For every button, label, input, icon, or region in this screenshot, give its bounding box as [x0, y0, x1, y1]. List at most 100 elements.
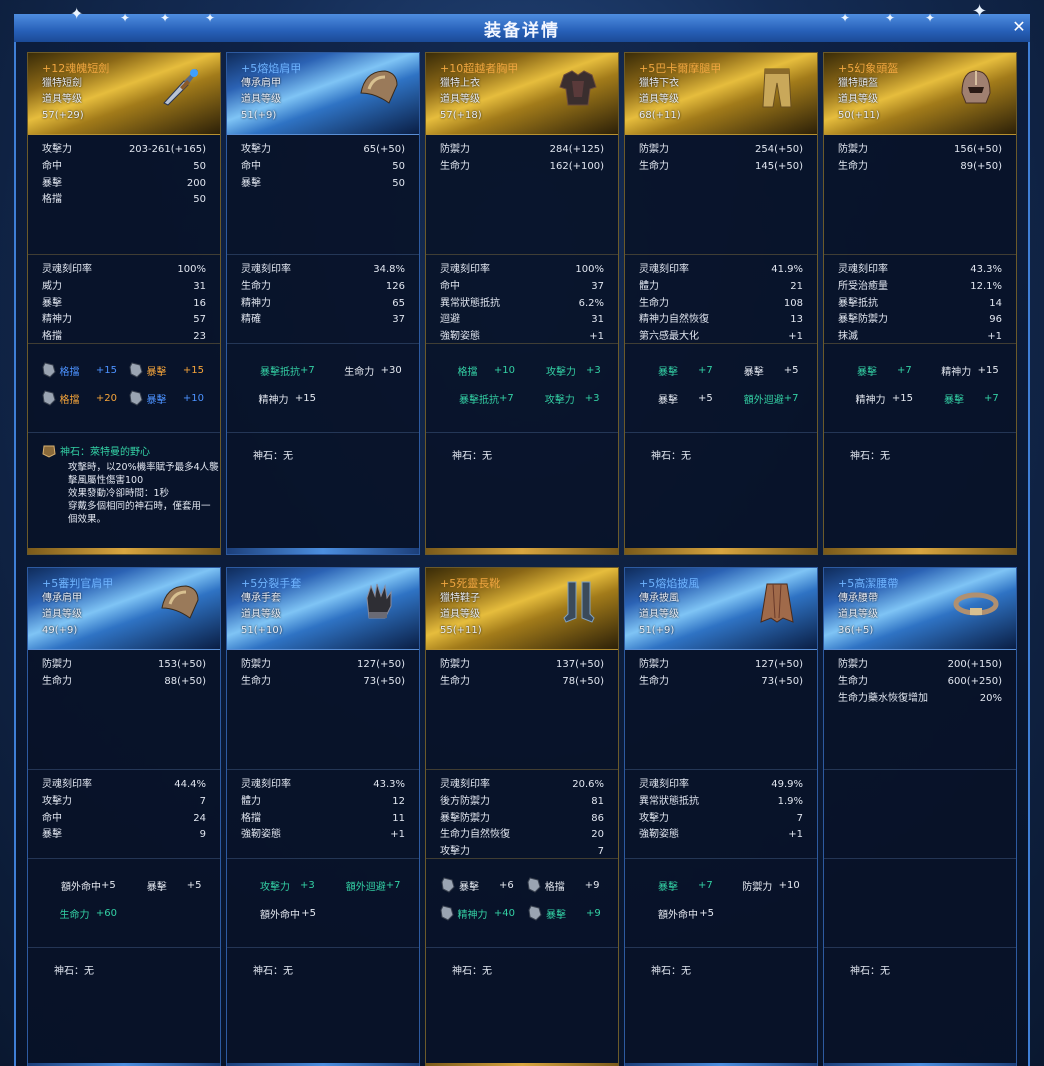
stat-value: 21	[790, 280, 803, 292]
engrave-row: 攻擊力 +3 額外迴避 +7	[241, 871, 405, 899]
equipment-card[interactable]: +5熔焰肩甲 傳承肩甲 道具等级 51(+9) 攻擊力 65(+50) 命中 50 暴擊 50 灵魂…	[226, 52, 420, 555]
equipment-card[interactable]: +5高潔腰帶 傳承腰帶 道具等级 36(+5) 防禦力 200(+150) 生命力 600(+…	[823, 567, 1017, 1066]
stat-value: 7	[796, 812, 803, 824]
card-header: +5審判官肩甲 傳承肩甲 道具等级 49(+9)	[28, 568, 220, 650]
engrave-slot[interactable]: 生命力 +60	[42, 904, 125, 922]
engrave-slot[interactable]: 暴擊 +5	[725, 361, 807, 379]
engrave-slot[interactable]: 額外迴避 +7	[725, 389, 807, 407]
stat-row: 灵魂刻印率 20.6%	[440, 777, 604, 794]
stat-label: 異常狀態抵抗	[440, 297, 500, 309]
engrave-slot[interactable]: 暴擊 +7	[838, 361, 920, 379]
engrave-slot[interactable]: 額外命中 +5	[42, 876, 124, 894]
engrave-slot[interactable]: 暴擊抵抗 +7	[241, 361, 323, 379]
engrave-name: 額外迴避	[743, 394, 784, 406]
stat-label: 暴擊	[42, 829, 62, 841]
engrave-value: +15	[294, 392, 316, 404]
engrave-value: +15	[182, 364, 204, 376]
stat-label: 體力	[241, 795, 261, 807]
chest-icon	[554, 63, 602, 111]
engrave-name: 額外命中	[260, 909, 300, 921]
empty-slot-icon	[639, 876, 655, 894]
stat-row: 後方防禦力 81	[440, 794, 604, 811]
stat-label: 灵魂刻印率	[639, 264, 689, 275]
engrave-stats: 暴擊 +6 格擋 +9 精神力 +40 暴擊 +9	[426, 859, 618, 948]
engrave-name: 暴擊	[546, 909, 566, 921]
stat-value: 20.6%	[572, 779, 604, 790]
empty-slot-icon	[527, 361, 543, 379]
stat-value: 50	[193, 160, 206, 172]
card-bottom-border	[426, 548, 618, 554]
engrave-slot[interactable]: 精神力 +15	[241, 389, 324, 407]
engrave-name: 暴擊	[146, 366, 167, 378]
equipment-card[interactable]: +12魂魄短劍 獵特短劍 道具等级 57(+29) 攻擊力 203-261(+165) 命中…	[27, 52, 221, 555]
engrave-slot[interactable]: 暴擊 +15	[129, 361, 212, 379]
engrave-slot[interactable]: 額外迴避 +7	[327, 876, 409, 894]
stat-value: 9	[199, 829, 206, 841]
stat-value: 24	[193, 812, 206, 824]
stat-value: 43.3%	[970, 264, 1002, 275]
equipment-card[interactable]: +5熔焰披風 傳承披風 道具等级 51(+9) 防禦力 127(+50) 生命力 73(+50…	[624, 567, 818, 1066]
stat-value: 37	[591, 280, 604, 292]
stat-row: 灵魂刻印率 49.9%	[639, 777, 803, 794]
engrave-slot[interactable]: 精神力 +15	[838, 389, 921, 407]
stat-value: 1.9%	[777, 795, 803, 807]
engrave-slot[interactable]: 格擋 +10	[440, 361, 523, 379]
engrave-slot[interactable]: 暴擊 +7	[639, 361, 721, 379]
engrave-slot[interactable]: 暴擊 +7	[925, 389, 1007, 407]
stat-value: 20%	[979, 692, 1002, 704]
equipment-card[interactable]: +5巴卡爾摩腿甲 獵特下衣 道具等级 68(+11) 防禦力 254(+50) 生命力 145…	[624, 52, 818, 555]
engrave-slot[interactable]: 格擋 +20	[42, 389, 125, 407]
engrave-slot[interactable]: 攻擊力 +3	[241, 876, 323, 894]
stat-row: 強靭姿態 +1	[241, 827, 405, 844]
engrave-slot[interactable]: 攻擊力 +3	[527, 361, 609, 379]
equipment-card[interactable]: +5死靈長靴 獵特鞋子 道具等级 55(+11) 防禦力 137(+50) 生命力 78(+5…	[425, 567, 619, 1066]
stat-label: 暴擊抵抗	[838, 297, 878, 309]
stat-label: 灵魂刻印率	[838, 264, 888, 275]
equipment-card[interactable]: +10超越者胸甲 獵特上衣 道具等级 57(+18) 防禦力 284(+125) 生命力 16…	[425, 52, 619, 555]
empty-slot-icon	[128, 876, 144, 894]
engrave-slot[interactable]: 精神力 +15	[924, 361, 1007, 379]
engrave-slot[interactable]: 防禦力 +10	[725, 876, 808, 894]
engrave-slot[interactable]: 暴擊 +6	[440, 876, 522, 894]
engrave-slot[interactable]: 攻擊力 +3	[526, 389, 608, 407]
equipment-card[interactable]: +5幻象頭盔 獵特頭盔 道具等级 50(+11) 防禦力 156(+50) 生命力 89(+5…	[823, 52, 1017, 555]
equipment-card[interactable]: +5審判官肩甲 傳承肩甲 道具等级 49(+9) 防禦力 153(+50) 生命力 88(+5…	[27, 567, 221, 1066]
engrave-stats: 格擋 +15 暴擊 +15 格擋 +20 暴擊 +10	[28, 344, 220, 433]
engrave-slot[interactable]: 格擋 +9	[526, 876, 608, 894]
stat-value: 78(+50)	[562, 675, 604, 687]
engrave-slot[interactable]: 額外命中 +5	[639, 904, 722, 922]
engrave-slot[interactable]: 暴擊 +5	[639, 389, 721, 407]
sparkle-icon: ✦	[925, 11, 936, 25]
godstone-line[interactable]: 神石：萊特曼的野心	[42, 443, 206, 458]
engrave-slot[interactable]: 暴擊 +5	[128, 876, 210, 894]
stat-value: 12.1%	[970, 280, 1002, 292]
equipment-card[interactable]: +5分裂手套 傳承手套 道具等级 51(+10) 防禦力 127(+50) 生命力 73(+5…	[226, 567, 420, 1066]
stat-value: 50	[392, 177, 405, 189]
engrave-name: 防禦力	[742, 881, 773, 893]
engrave-slot[interactable]: 精神力 +40	[440, 904, 523, 922]
engrave-slot[interactable]: 暴擊 +7	[639, 876, 721, 894]
card-header: +5熔焰披風 傳承披風 道具等级 51(+9)	[625, 568, 817, 650]
stat-row: 攻擊力 203-261(+165)	[42, 142, 206, 159]
engrave-slot[interactable]: 生命力 +30	[327, 361, 410, 379]
close-icon[interactable]: ✕	[1008, 16, 1030, 38]
stat-row: 暴擊 9	[42, 827, 206, 844]
stat-row: 生命力 78(+50)	[440, 674, 604, 691]
engrave-slot[interactable]: 暴擊 +9	[527, 904, 609, 922]
engrave-slot[interactable]: 額外命中 +5	[241, 904, 324, 922]
stat-value: +1	[788, 829, 803, 841]
engrave-value: +7	[300, 364, 315, 376]
engrave-slot[interactable]: 暴擊抵抗 +7	[440, 389, 522, 407]
stat-row: 精確 37	[241, 312, 405, 329]
engrave-row: 格擋 +15 暴擊 +15	[42, 356, 206, 384]
engrave-name: 暴擊	[459, 881, 479, 893]
dagger-icon	[156, 63, 204, 111]
stat-value: 50	[392, 160, 405, 172]
stat-value: 37	[392, 314, 405, 326]
stone-icon	[526, 876, 542, 894]
engrave-slot[interactable]: 暴擊 +10	[129, 389, 212, 407]
stat-label: 迴避	[440, 314, 460, 326]
engrave-row: 精神力 +15	[241, 384, 405, 412]
engrave-slot[interactable]: 格擋 +15	[42, 361, 125, 379]
engrave-stats	[824, 859, 1016, 948]
